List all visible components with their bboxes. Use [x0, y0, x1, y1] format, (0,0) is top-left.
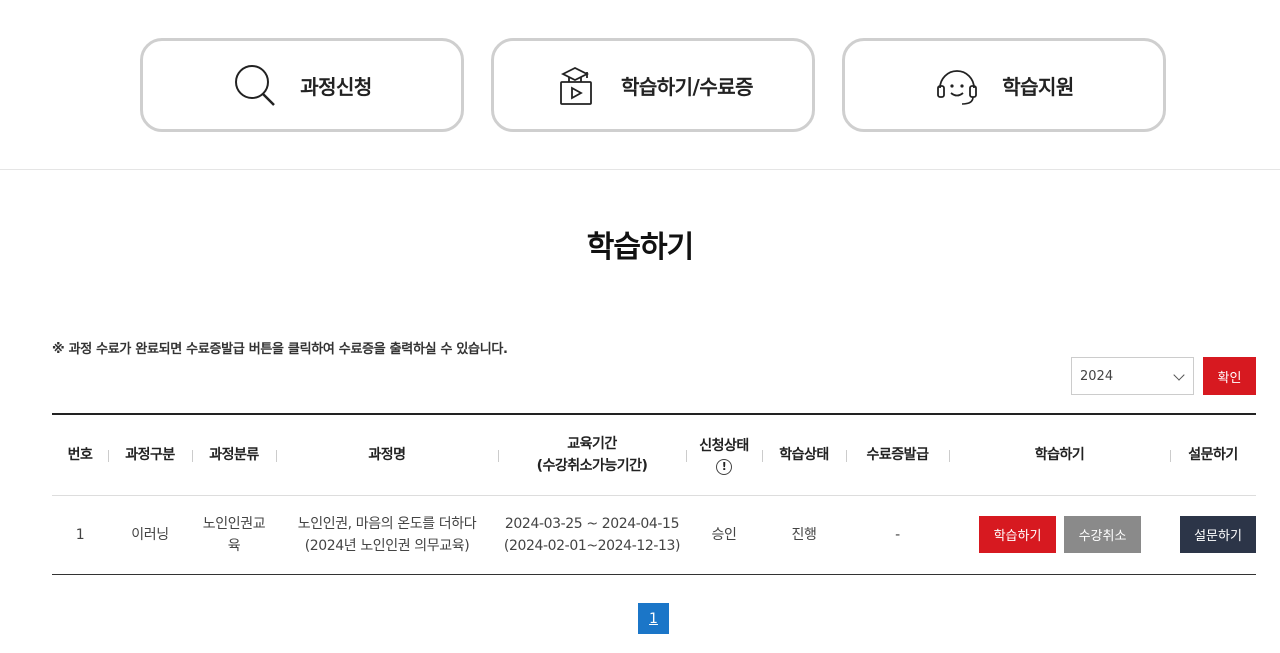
confirm-button[interactable]: 확인 [1203, 357, 1256, 395]
row-period-line2: (2024-02-01~2024-12-13) [503, 538, 681, 554]
row-course-name-line1: 노인인권, 마음의 온도를 더하다 [297, 516, 477, 532]
header-no: 번호 [67, 447, 93, 463]
nav-learning-support-label: 학습지원 [1002, 74, 1074, 99]
table-header: 번호 과정구분 과정분류 과정명 교육기간 (수강취소가능기간) 신청상태 ! … [52, 415, 1256, 496]
survey-button[interactable]: 설문하기 [1180, 516, 1256, 553]
graduation-video-icon [553, 62, 599, 108]
nav-study-certificate-button[interactable]: 학습하기/수료증 [491, 38, 815, 132]
row-certificate: - [895, 527, 900, 543]
row-no: 1 [75, 527, 85, 543]
row-category-line1: 노인인권교 [202, 516, 266, 532]
header-course-type: 과정구분 [125, 447, 175, 463]
header-course-name: 과정명 [368, 447, 406, 463]
row-course-name: 노인인권, 마음의 온도를 더하다 (2024년 노인인권 의무교육) [276, 496, 498, 574]
search-icon [232, 62, 278, 108]
row-study-status: 진행 [791, 527, 817, 543]
headset-icon [934, 62, 980, 108]
header-apply-status-label: 신청상태 [699, 438, 749, 454]
header-course-category: 과정분류 [209, 447, 259, 463]
nav-learning-support-button[interactable]: 학습지원 [842, 38, 1166, 132]
top-navigation: 과정신청 학습하기/수료증 학습지원 [0, 0, 1280, 170]
header-survey: 설문하기 [1188, 447, 1238, 463]
row-period-line1: 2024-03-25 ~ 2024-04-15 [504, 516, 680, 532]
header-apply-status: 신청상태 ! [686, 415, 762, 495]
certificate-notice: ※ 과정 수료가 완료되면 수료증발급 버튼을 클릭하여 수료증을 출력하실 수… [52, 342, 508, 357]
info-icon[interactable]: ! [716, 459, 732, 475]
year-select-value: 2024 [1080, 368, 1114, 384]
header-period-line1: 교육기간 [567, 436, 617, 452]
cancel-enrollment-button[interactable]: 수강취소 [1064, 516, 1141, 553]
header-period: 교육기간 (수강취소가능기간) [498, 415, 686, 495]
chevron-down-icon [1173, 369, 1185, 381]
header-study: 학습하기 [1034, 447, 1085, 463]
row-category-line2: 육 [227, 538, 241, 554]
nav-study-certificate-label: 학습하기/수료증 [620, 74, 754, 99]
nav-course-apply-button[interactable]: 과정신청 [140, 38, 464, 132]
page-title: 학습하기 [586, 230, 694, 265]
row-apply-status: 승인 [711, 527, 737, 543]
table-row: 1 이러닝 노인인권교 육 노인인권, 마음의 온도를 더하다 (2024년 노… [52, 496, 1256, 575]
pagination-page-1[interactable]: 1 [638, 603, 669, 634]
row-course-type: 이러닝 [131, 527, 169, 543]
row-period: 2024-03-25 ~ 2024-04-15 (2024-02-01~2024… [498, 496, 686, 574]
nav-course-apply-label: 과정신청 [300, 74, 372, 99]
header-study-status: 학습상태 [779, 447, 829, 463]
row-course-name-line2: (2024년 노인인권 의무교육) [304, 538, 470, 554]
header-certificate: 수료증발급 [866, 447, 929, 463]
row-course-category: 노인인권교 육 [192, 496, 276, 574]
year-select[interactable]: 2024 [1071, 357, 1194, 395]
study-button[interactable]: 학습하기 [979, 516, 1056, 553]
header-period-line2: (수강취소가능기간) [536, 458, 648, 474]
